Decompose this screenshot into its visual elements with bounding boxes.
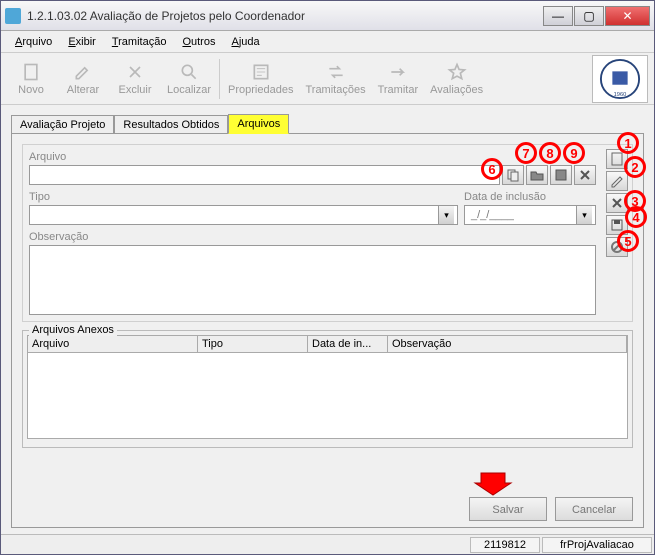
menu-outros[interactable]: Outros	[176, 34, 221, 50]
menu-arquivo[interactable]: Arquivo	[9, 34, 58, 50]
toolbar-tramitar-label: Tramitar	[378, 84, 419, 96]
arquivo-input[interactable]	[29, 165, 500, 185]
toolbar-tramitar[interactable]: Tramitar	[372, 60, 425, 98]
pages-icon	[506, 168, 520, 182]
toolbar-propriedades-label: Propriedades	[228, 84, 293, 96]
salvar-button[interactable]: Salvar	[469, 497, 547, 521]
dropdown-icon: ▾	[576, 206, 592, 224]
maximize-button[interactable]: ▢	[574, 6, 604, 26]
observacao-label: Observação	[29, 231, 596, 243]
institution-logo: 1960	[592, 55, 648, 103]
app-window: 1.2.1.03.02 Avaliação de Projetos pelo C…	[0, 0, 655, 555]
tab-arquivos[interactable]: Arquivos	[228, 114, 289, 134]
menu-ajuda[interactable]: Ajuda	[225, 34, 265, 50]
toolbar-tramitacoes[interactable]: Tramitações	[299, 60, 371, 98]
folder-open-icon	[530, 168, 544, 182]
clear-x-icon	[578, 168, 592, 182]
toolbar-avaliacoes[interactable]: Avaliações	[424, 60, 489, 98]
side-save-button[interactable]	[606, 215, 628, 235]
toolbar-excluir-label: Excluir	[118, 84, 151, 96]
toolbar-alterar[interactable]: Alterar	[57, 60, 109, 98]
flows-icon	[326, 62, 346, 82]
salvar-label: Salvar	[492, 504, 523, 516]
side-new-button[interactable]	[606, 149, 628, 169]
arrow-annotation	[473, 471, 513, 497]
toolbar: Novo Alterar Excluir Localizar Proprieda…	[1, 53, 654, 105]
arquivo-download-button[interactable]	[550, 165, 572, 185]
tab-avaliacao-projeto[interactable]: Avaliação Projeto	[11, 115, 114, 134]
col-tipo[interactable]: Tipo	[198, 336, 308, 352]
col-data[interactable]: Data de in...	[308, 336, 388, 352]
svg-text:1960: 1960	[614, 92, 627, 98]
pencil-icon	[610, 174, 624, 188]
edit-icon	[73, 62, 93, 82]
menubar: Arquivo Exibir Tramitação Outros Ajuda	[1, 31, 654, 53]
grid-header: Arquivo Tipo Data de in... Observação	[27, 335, 628, 353]
status-code: 2119812	[470, 537, 540, 553]
menu-exibir[interactable]: Exibir	[62, 34, 102, 50]
star-icon	[447, 62, 467, 82]
download-icon	[554, 168, 568, 182]
tipo-label: Tipo	[29, 191, 458, 203]
window-title: 1.2.1.03.02 Avaliação de Projetos pelo C…	[27, 9, 543, 23]
app-icon	[5, 8, 21, 24]
floppy-icon	[610, 218, 624, 232]
document-icon	[610, 152, 624, 166]
close-button[interactable]: ✕	[605, 6, 650, 26]
toolbar-novo-label: Novo	[18, 84, 44, 96]
new-icon	[21, 62, 41, 82]
tab-body-arquivos: Arquivo	[11, 133, 644, 528]
dropdown-icon: ▾	[438, 206, 454, 224]
titlebar: 1.2.1.03.02 Avaliação de Projetos pelo C…	[1, 1, 654, 31]
file-form-panel: Arquivo	[22, 144, 633, 322]
data-inclusao-label: Data de inclusão	[464, 191, 596, 203]
toolbar-novo[interactable]: Novo	[5, 60, 57, 98]
delete-icon	[125, 62, 145, 82]
arquivos-anexos-label: Arquivos Anexos	[29, 324, 117, 336]
col-arquivo[interactable]: Arquivo	[28, 336, 198, 352]
search-icon	[179, 62, 199, 82]
tab-resultados-obtidos[interactable]: Resultados Obtidos	[114, 115, 228, 134]
toolbar-alterar-label: Alterar	[67, 84, 99, 96]
toolbar-avaliacoes-label: Avaliações	[430, 84, 483, 96]
send-icon	[388, 62, 408, 82]
toolbar-localizar[interactable]: Localizar	[161, 60, 217, 98]
no-icon	[610, 240, 624, 254]
status-form: frProjAvaliacao	[542, 537, 652, 553]
minimize-button[interactable]: —	[543, 6, 573, 26]
cancelar-label: Cancelar	[572, 504, 616, 516]
cancelar-button[interactable]: Cancelar	[555, 497, 633, 521]
arquivo-clear-button[interactable]	[574, 165, 596, 185]
tabs: Avaliação Projeto Resultados Obtidos Arq…	[11, 111, 644, 133]
toolbar-tramitacoes-label: Tramitações	[305, 84, 365, 96]
data-inclusao-input[interactable]: _/_/____ ▾	[464, 205, 596, 225]
observacao-textarea[interactable]	[29, 245, 596, 315]
data-inclusao-value: _/_/____	[468, 209, 576, 221]
content-area: Avaliação Projeto Resultados Obtidos Arq…	[1, 105, 654, 534]
statusbar: 2119812 frProjAvaliacao	[1, 534, 654, 554]
grid-body[interactable]	[27, 353, 628, 439]
side-delete-button[interactable]	[606, 193, 628, 213]
side-edit-button[interactable]	[606, 171, 628, 191]
menu-tramitacao[interactable]: Tramitação	[106, 34, 173, 50]
x-icon	[610, 196, 624, 210]
tipo-combo[interactable]: ▾	[29, 205, 458, 225]
toolbar-excluir[interactable]: Excluir	[109, 60, 161, 98]
col-observacao[interactable]: Observação	[388, 336, 627, 352]
properties-icon	[251, 62, 271, 82]
arquivo-preview-button[interactable]	[502, 165, 524, 185]
side-cancel-button[interactable]	[606, 237, 628, 257]
arquivo-open-button[interactable]	[526, 165, 548, 185]
arquivos-anexos-group: Arquivos Anexos Arquivo Tipo Data de in.…	[22, 330, 633, 448]
toolbar-separator	[219, 59, 220, 99]
arquivo-label: Arquivo	[29, 151, 596, 163]
toolbar-localizar-label: Localizar	[167, 84, 211, 96]
toolbar-propriedades[interactable]: Propriedades	[222, 60, 299, 98]
